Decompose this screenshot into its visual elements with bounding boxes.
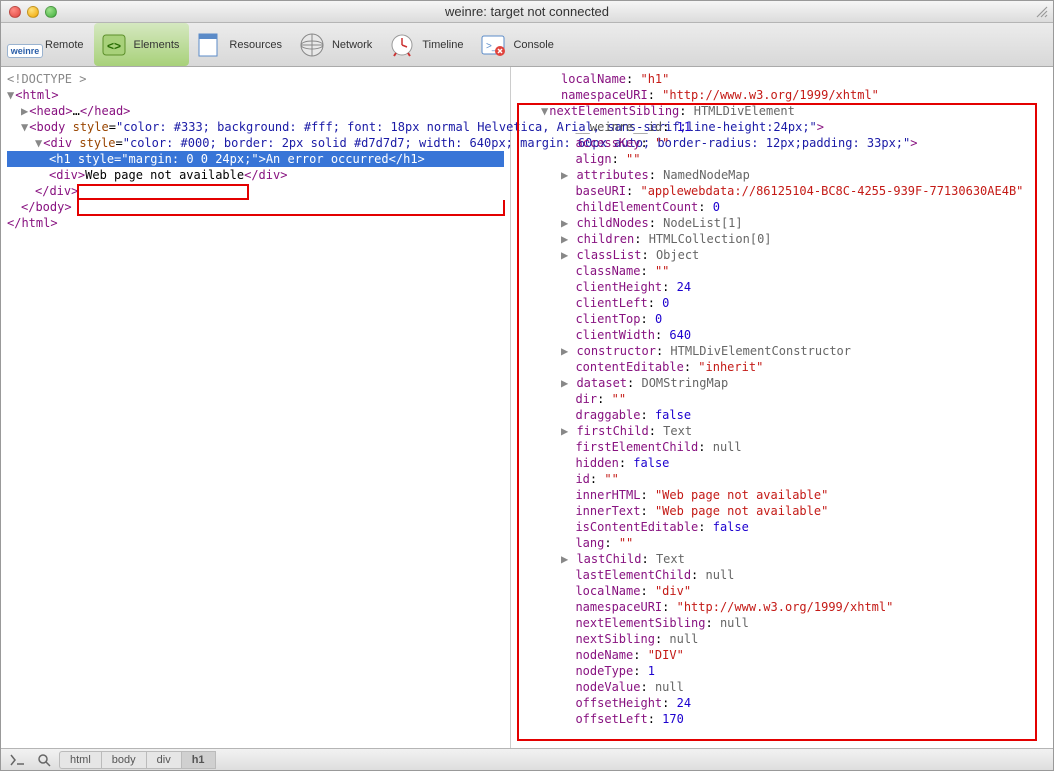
property-row[interactable]: align: "": [521, 151, 1045, 167]
dom-node-html[interactable]: ▼<html>: [7, 87, 504, 103]
property-row[interactable]: ▶ children: HTMLCollection[0]: [521, 231, 1045, 247]
property-row[interactable]: isContentEditable: false: [521, 519, 1045, 535]
close-button[interactable]: [9, 6, 21, 18]
property-row[interactable]: childElementCount: 0: [521, 199, 1045, 215]
window-controls: [9, 6, 57, 18]
property-row[interactable]: offsetHeight: 24: [521, 695, 1045, 711]
property-row[interactable]: namespaceURI: "http://www.w3.org/1999/xh…: [521, 87, 1045, 103]
tab-resources-label: Resources: [229, 39, 282, 51]
tab-resources[interactable]: Resources: [189, 23, 292, 66]
breadcrumb-h1[interactable]: h1: [181, 751, 216, 769]
tab-console[interactable]: >_ Console: [473, 23, 563, 66]
statusbar: htmlbodydivh1: [1, 748, 1053, 770]
property-row[interactable]: ▶ classList: Object: [521, 247, 1045, 263]
property-row[interactable]: ▶ lastChild: Text: [521, 551, 1045, 567]
zoom-button[interactable]: [45, 6, 57, 18]
property-row[interactable]: clientWidth: 640: [521, 327, 1045, 343]
svg-text:<>: <>: [107, 39, 121, 53]
breadcrumb-html[interactable]: html: [59, 751, 102, 769]
properties-panel[interactable]: localName: "h1"namespaceURI: "http://www…: [511, 67, 1053, 748]
dom-node-div-inner[interactable]: <div>Web page not available</div>: [7, 167, 504, 183]
dom-tree-panel[interactable]: <!DOCTYPE > ▼<html> ▶<head>…</head> ▼<bo…: [1, 67, 511, 748]
property-row[interactable]: localName: "div": [521, 583, 1045, 599]
tab-remote-label: Remote: [45, 39, 84, 51]
property-row[interactable]: hidden: false: [521, 455, 1045, 471]
app-window: weinre: target not connected weinre Remo…: [0, 0, 1054, 771]
titlebar: weinre: target not connected: [1, 1, 1053, 23]
property-row[interactable]: firstElementChild: null: [521, 439, 1045, 455]
console-icon: >_: [477, 29, 509, 61]
tab-network-label: Network: [332, 39, 372, 51]
network-icon: [296, 29, 328, 61]
property-row[interactable]: ▶ firstChild: Text: [521, 423, 1045, 439]
property-row[interactable]: baseURI: "applewebdata://86125104-BC8C-4…: [521, 183, 1045, 199]
tab-elements[interactable]: <> Elements: [94, 23, 190, 66]
property-row[interactable]: clientTop: 0: [521, 311, 1045, 327]
property-row[interactable]: offsetLeft: 170: [521, 711, 1045, 727]
property-row[interactable]: nodeName: "DIV": [521, 647, 1045, 663]
property-row[interactable]: contentEditable: "inherit": [521, 359, 1045, 375]
property-row[interactable]: ▶ dataset: DOMStringMap: [521, 375, 1045, 391]
property-row[interactable]: id: "": [521, 471, 1045, 487]
property-row[interactable]: innerHTML: "Web page not available": [521, 487, 1045, 503]
property-row[interactable]: accessKey: "": [521, 135, 1045, 151]
doctype[interactable]: <!DOCTYPE >: [7, 72, 86, 86]
tab-timeline-label: Timeline: [422, 39, 463, 51]
resize-icon[interactable]: [1035, 5, 1049, 19]
tab-timeline[interactable]: Timeline: [382, 23, 473, 66]
dom-node-div-outer[interactable]: ▼<div style="color: #000; border: 2px so…: [7, 135, 504, 151]
property-row[interactable]: clientLeft: 0: [521, 295, 1045, 311]
property-row[interactable]: ▶ attributes: NamedNodeMap: [521, 167, 1045, 183]
dom-close-html[interactable]: </html>: [7, 215, 504, 231]
property-row[interactable]: innerText: "Web page not available": [521, 503, 1045, 519]
toolbar: weinre Remote <> Elements Resources Netw…: [1, 23, 1053, 67]
property-row[interactable]: nextElementSibling: null: [521, 615, 1045, 631]
property-row[interactable]: nodeType: 1: [521, 663, 1045, 679]
search-button[interactable]: [33, 751, 55, 769]
property-row[interactable]: clientHeight: 24: [521, 279, 1045, 295]
property-row[interactable]: localName: "h1": [521, 71, 1045, 87]
tab-network[interactable]: Network: [292, 23, 382, 66]
content-split: <!DOCTYPE > ▼<html> ▶<head>…</head> ▼<bo…: [1, 67, 1053, 748]
property-row[interactable]: lastElementChild: null: [521, 567, 1045, 583]
property-row[interactable]: dir: "": [521, 391, 1045, 407]
elements-icon: <>: [98, 29, 130, 61]
dom-node-body[interactable]: ▼<body style="color: #333; background: #…: [7, 119, 504, 135]
property-row[interactable]: __weinre__id: 11: [521, 119, 1045, 135]
remote-icon: weinre: [9, 29, 41, 61]
prop-header[interactable]: ▼nextElementSibling: HTMLDivElement: [521, 103, 1045, 119]
minimize-button[interactable]: [27, 6, 39, 18]
window-title: weinre: target not connected: [1, 4, 1053, 19]
property-row[interactable]: ▶ childNodes: NodeList[1]: [521, 215, 1045, 231]
dom-node-head[interactable]: ▶<head>…</head>: [7, 103, 504, 119]
tab-remote[interactable]: weinre Remote: [5, 23, 94, 66]
resources-icon: [193, 29, 225, 61]
timeline-icon: [386, 29, 418, 61]
property-row[interactable]: draggable: false: [521, 407, 1045, 423]
property-row[interactable]: nextSibling: null: [521, 631, 1045, 647]
property-row[interactable]: namespaceURI: "http://www.w3.org/1999/xh…: [521, 599, 1045, 615]
breadcrumb-body[interactable]: body: [101, 751, 147, 769]
property-row[interactable]: lang: "": [521, 535, 1045, 551]
property-row[interactable]: ▶ constructor: HTMLDivElementConstructor: [521, 343, 1045, 359]
property-row[interactable]: nodeValue: null: [521, 679, 1045, 695]
dom-node-h1[interactable]: <h1 style="margin: 0 0 24px;">An error o…: [7, 151, 504, 167]
dom-close-body[interactable]: </body>: [7, 199, 504, 215]
tab-elements-label: Elements: [134, 39, 180, 51]
dom-close-div[interactable]: </div>: [7, 183, 504, 199]
breadcrumb-div[interactable]: div: [146, 751, 182, 769]
tab-console-label: Console: [513, 39, 553, 51]
property-row[interactable]: className: "": [521, 263, 1045, 279]
console-toggle-button[interactable]: [7, 751, 29, 769]
